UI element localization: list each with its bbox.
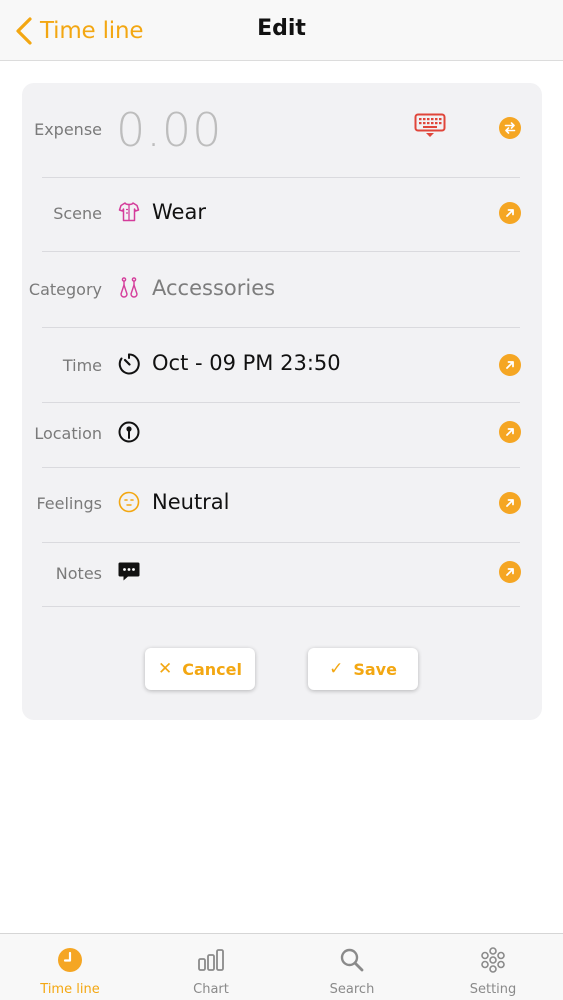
tab-chart[interactable]: Chart <box>141 934 281 1000</box>
close-icon: ✕ <box>158 659 173 679</box>
expense-row: Expense 0.00 <box>22 83 542 177</box>
time-arrow-button[interactable] <box>499 354 521 376</box>
tab-label: Chart <box>193 982 229 997</box>
tab-time-line[interactable]: Time line <box>0 934 140 1000</box>
page-title: Edit <box>257 16 306 41</box>
tab-label: Setting <box>469 982 517 997</box>
feelings-arrow-button[interactable] <box>499 492 521 514</box>
divider <box>42 606 520 607</box>
expense-label: Expense <box>34 120 102 139</box>
location-arrow-button[interactable] <box>499 421 521 443</box>
arrow-up-right-icon <box>506 361 514 369</box>
edit-form-card: Expense 0.00 Scene Wear Category Accesso… <box>22 83 542 720</box>
arrow-up-right-icon <box>506 209 514 217</box>
feelings-label: Feelings <box>36 494 102 513</box>
notes-row[interactable]: Notes <box>22 543 542 606</box>
tab-label: Time line <box>40 982 100 997</box>
navigation-bar: Time line Edit <box>0 0 563 61</box>
scene-row[interactable]: Scene Wear <box>22 178 542 251</box>
time-value: Oct - 09 PM 23:50 <box>152 351 341 375</box>
time-label: Time <box>62 356 102 375</box>
category-value: Accessories <box>152 276 276 300</box>
location-pin-icon <box>117 420 141 444</box>
save-button[interactable]: ✓ Save <box>308 648 418 690</box>
neutral-face-icon <box>117 490 141 514</box>
scene-value: Wear <box>152 200 206 224</box>
tab-bar: Time line Chart Search Setting <box>0 933 563 1000</box>
cancel-button-label: Cancel <box>182 659 242 679</box>
search-icon <box>340 948 364 972</box>
keyboard-icon[interactable] <box>414 113 446 139</box>
swap-button[interactable] <box>499 117 521 139</box>
notes-label: Notes <box>55 564 102 583</box>
arrow-up-right-icon <box>506 568 514 576</box>
tab-label: Search <box>329 982 375 997</box>
expense-amount-input[interactable]: 0.00 <box>116 103 222 157</box>
location-row[interactable]: Location <box>22 403 542 467</box>
feelings-row[interactable]: Feelings Neutral <box>22 468 542 542</box>
tab-setting[interactable]: Setting <box>423 934 563 1000</box>
feelings-value: Neutral <box>152 490 230 514</box>
shirt-icon <box>117 200 141 224</box>
location-label: Location <box>34 424 102 443</box>
cancel-button[interactable]: ✕ Cancel <box>145 648 255 690</box>
tab-search[interactable]: Search <box>282 934 422 1000</box>
settings-icon <box>481 947 505 973</box>
swap-icon <box>504 122 516 134</box>
speech-bubble-icon <box>117 559 141 583</box>
scene-label: Scene <box>53 204 102 223</box>
arrow-up-right-icon <box>506 428 514 436</box>
timer-icon <box>117 352 141 376</box>
bar-chart-icon <box>198 949 224 971</box>
save-button-label: Save <box>353 659 397 679</box>
category-row[interactable]: Category Accessories <box>22 252 542 327</box>
category-label: Category <box>28 280 102 299</box>
time-row[interactable]: Time Oct - 09 PM 23:50 <box>22 328 542 402</box>
earrings-icon <box>117 276 141 300</box>
notes-arrow-button[interactable] <box>499 561 521 583</box>
arrow-up-right-icon <box>506 499 514 507</box>
scene-arrow-button[interactable] <box>499 202 521 224</box>
checkmark-icon: ✓ <box>329 659 344 679</box>
clock-icon <box>58 948 82 972</box>
